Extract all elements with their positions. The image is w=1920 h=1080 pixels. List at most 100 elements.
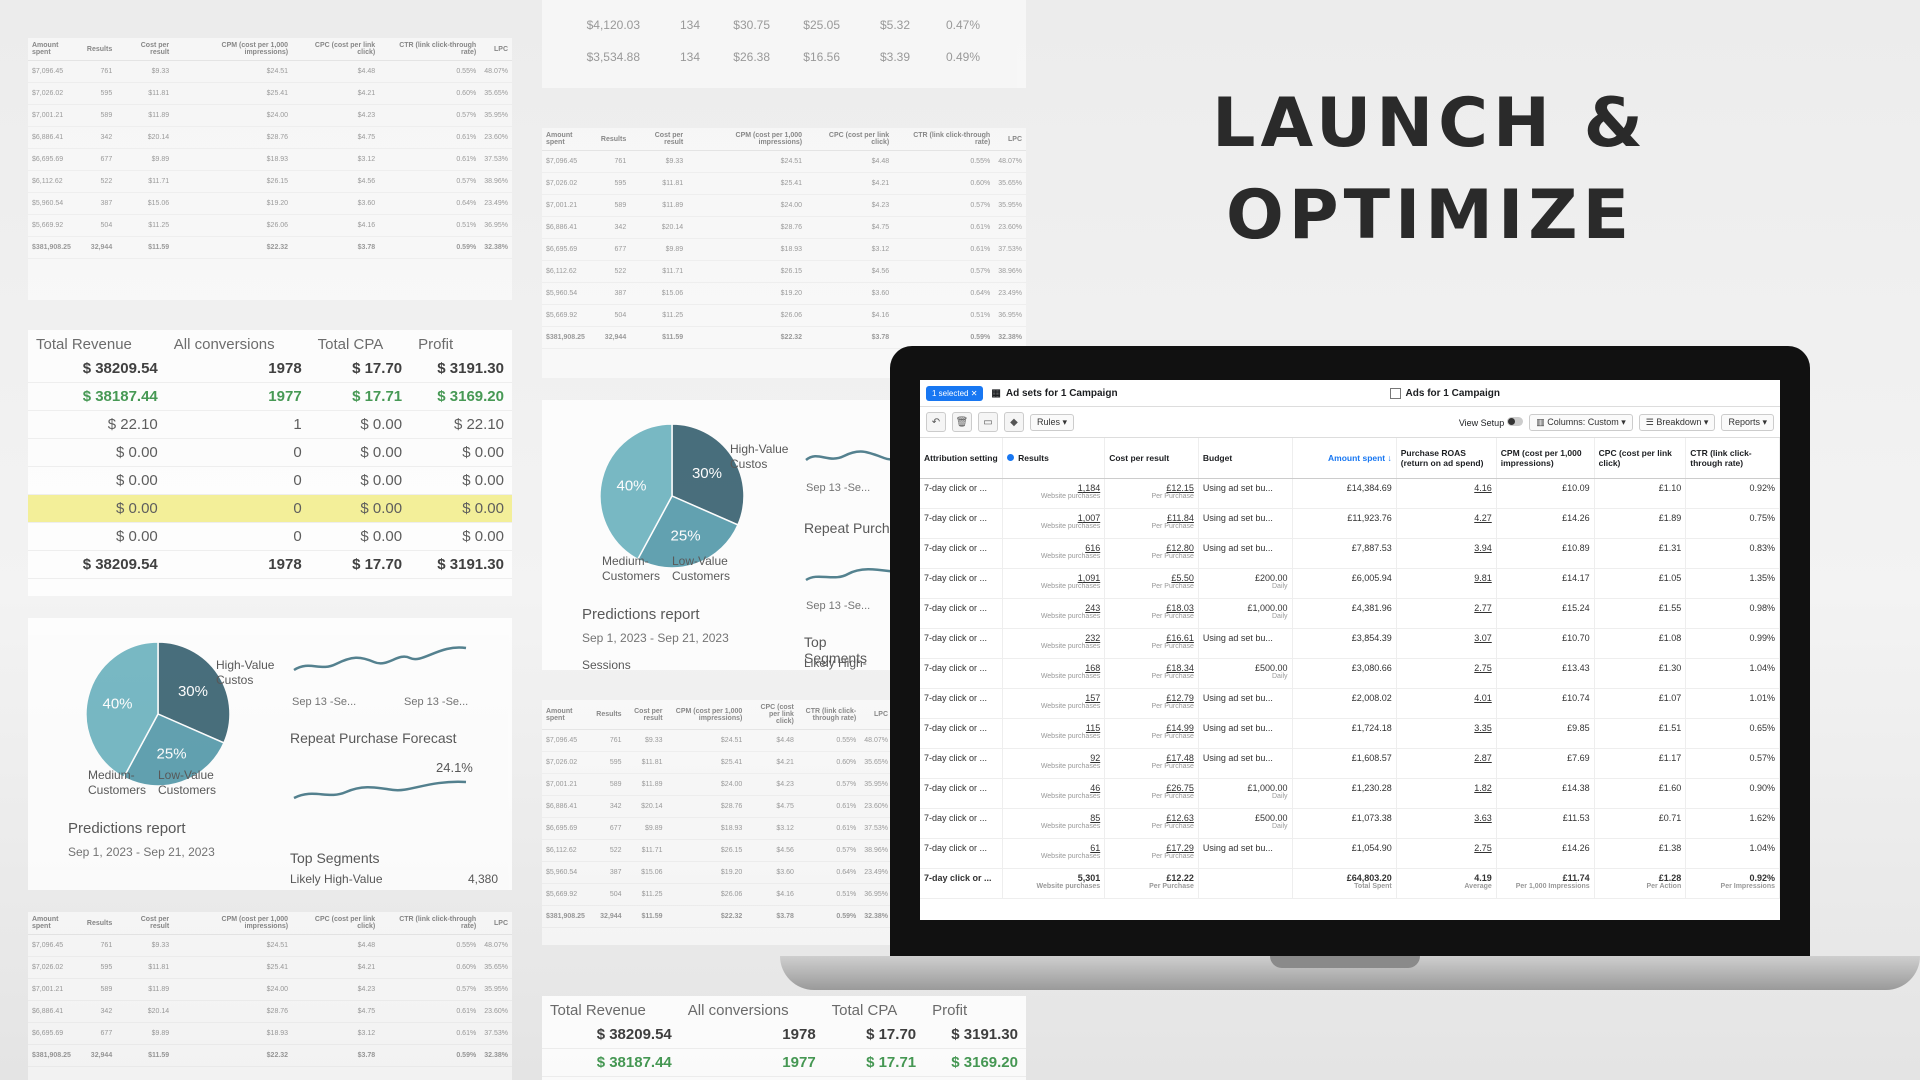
results-link[interactable]: 1,091 xyxy=(1078,573,1101,583)
cost-link[interactable]: £17.48 xyxy=(1166,753,1194,763)
cost-link[interactable]: £12.63 xyxy=(1166,813,1194,823)
cost-link[interactable]: £11.84 xyxy=(1167,513,1194,523)
table-row[interactable]: 7-day click or ... 115 Website purchases £1… xyxy=(920,718,1780,749)
table-row[interactable]: 7-day click or ... 1,007 Website purchases… xyxy=(920,508,1780,539)
results-link[interactable]: 92 xyxy=(1090,753,1100,763)
columns-button[interactable]: ▥ Columns: Custom ▾ xyxy=(1529,413,1633,431)
column-header[interactable]: CTR (link click-through rate) xyxy=(1685,438,1780,479)
roas-link[interactable]: 2.75 xyxy=(1474,663,1492,673)
results-link[interactable]: 1,007 xyxy=(1078,513,1101,523)
roas-link[interactable]: 2.77 xyxy=(1474,603,1492,613)
roas-link[interactable]: 3.35 xyxy=(1474,723,1492,733)
column-header[interactable]: Attribution setting xyxy=(920,438,1004,479)
column-header[interactable]: Results xyxy=(1002,438,1106,479)
column-header[interactable]: CTR (link click-through rate) xyxy=(379,912,481,935)
table-row[interactable]: 7-day click or ... 1,184 Website purchases… xyxy=(920,478,1780,509)
column-header[interactable]: CPC (cost per link click) xyxy=(292,38,380,61)
roas-link[interactable]: 4.27 xyxy=(1474,513,1492,523)
cost-link[interactable]: £5.50 xyxy=(1171,573,1194,583)
close-icon[interactable]: ✕ xyxy=(971,389,978,398)
column-header[interactable]: Amount spent xyxy=(542,128,597,151)
toggle-icon[interactable] xyxy=(1507,416,1524,426)
column-header[interactable]: CPM (cost per 1,000 impressions) xyxy=(173,38,293,61)
results-link[interactable]: 1,184 xyxy=(1078,483,1101,493)
column-header[interactable]: Cost per result xyxy=(625,700,667,730)
cost-link[interactable]: £12.79 xyxy=(1166,693,1194,703)
selected-pill[interactable]: 1 selected ✕ xyxy=(926,385,984,401)
cost-link[interactable]: £26.75 xyxy=(1166,783,1194,793)
results-link[interactable]: 243 xyxy=(1085,603,1100,613)
table-row[interactable]: 7-day click or ... 61 Website purchases £17… xyxy=(920,838,1780,869)
table-row[interactable]: 7-day click or ... 243 Website purchases £1… xyxy=(920,598,1780,629)
tab-ads[interactable]: Ads for 1 Campaign xyxy=(1389,387,1500,399)
cost-link[interactable]: £16.61 xyxy=(1166,633,1194,643)
table-row[interactable]: 7-day click or ... 232 Website purchases £1… xyxy=(920,628,1780,659)
results-link[interactable]: 616 xyxy=(1085,543,1100,553)
column-header[interactable]: CPC (cost per link click) xyxy=(746,700,798,730)
undo-icon[interactable]: ↶ xyxy=(926,412,946,432)
column-header[interactable]: Amount spent ↓ xyxy=(1292,438,1397,479)
column-header[interactable]: LPC xyxy=(860,700,892,730)
table-row[interactable]: 7-day click or ... 46 Website purchases £26… xyxy=(920,778,1780,809)
column-header[interactable]: CPC (cost per link click) xyxy=(806,128,894,151)
trash-icon[interactable]: 🗑 xyxy=(952,412,972,432)
column-header[interactable]: LPC xyxy=(480,38,512,61)
column-header[interactable]: Amount spent xyxy=(542,700,593,730)
comment-icon[interactable]: ▭ xyxy=(978,412,998,432)
roas-link[interactable]: 9.81 xyxy=(1474,573,1492,583)
results-link[interactable]: 46 xyxy=(1090,783,1100,793)
cost-link[interactable]: £17.29 xyxy=(1166,843,1194,853)
column-header[interactable]: CPM (cost per 1,000 impressions) xyxy=(666,700,747,730)
roas-link[interactable]: 4.01 xyxy=(1474,693,1492,703)
roas-link[interactable]: 2.75 xyxy=(1474,843,1492,853)
table-row[interactable]: 7-day click or ... 616 Website purchases £1… xyxy=(920,538,1780,569)
cost-link[interactable]: £18.34 xyxy=(1166,663,1194,673)
reports-button[interactable]: Reports ▾ xyxy=(1721,413,1774,431)
roas-link[interactable]: 4.16 xyxy=(1474,483,1492,493)
results-link[interactable]: 168 xyxy=(1085,663,1100,673)
column-header[interactable]: Cost per result xyxy=(1104,438,1199,479)
tab-adsets[interactable]: ▦ Ad sets for 1 Campaign xyxy=(991,388,1117,399)
column-header[interactable]: Results xyxy=(82,38,117,61)
breakdown-button[interactable]: ☰ Breakdown ▾ xyxy=(1638,413,1716,431)
column-header[interactable]: Results xyxy=(592,700,626,730)
results-link[interactable]: 115 xyxy=(1086,723,1100,733)
tag-icon[interactable]: ◆ xyxy=(1004,412,1024,432)
cost-link[interactable]: £18.03 xyxy=(1166,603,1194,613)
roas-link[interactable]: 3.94 xyxy=(1474,543,1492,553)
column-header[interactable]: Cost per result xyxy=(116,38,174,61)
results-link[interactable]: 232 xyxy=(1085,633,1100,643)
column-header[interactable]: CPC (cost per link click) xyxy=(1594,438,1687,479)
cost-link[interactable]: £12.15 xyxy=(1166,483,1194,493)
column-header[interactable]: Cost per result xyxy=(630,128,688,151)
rules-button[interactable]: Rules ▾ xyxy=(1030,413,1075,431)
results-link[interactable]: 157 xyxy=(1085,693,1100,703)
table-row[interactable]: 7-day click or ... 168 Website purchases £1… xyxy=(920,658,1780,689)
column-header[interactable]: Amount spent xyxy=(28,912,83,935)
roas-link[interactable]: 3.63 xyxy=(1474,813,1492,823)
column-header[interactable]: LPC xyxy=(480,912,512,935)
table-row[interactable]: 7-day click or ... 92 Website purchases £17… xyxy=(920,748,1780,779)
column-header[interactable]: CPM (cost per 1,000 impressions) xyxy=(1496,438,1595,479)
column-header[interactable]: CTR (link click-through rate) xyxy=(893,128,995,151)
column-header[interactable]: CTR (link click-through rate) xyxy=(797,700,861,730)
cost-link[interactable]: £14.99 xyxy=(1166,723,1194,733)
roas-link[interactable]: 1.82 xyxy=(1474,783,1492,793)
view-setup-toggle[interactable]: View Setup xyxy=(1459,416,1524,428)
table-row[interactable]: 7-day click or ... 85 Website purchases £12… xyxy=(920,808,1780,839)
column-header[interactable]: Amount spent xyxy=(28,38,83,61)
table-row[interactable]: 7-day click or ... 1,091 Website purchases… xyxy=(920,568,1780,599)
column-header[interactable]: Results xyxy=(82,912,117,935)
column-header[interactable]: CPC (cost per link click) xyxy=(292,912,380,935)
column-header[interactable]: Results xyxy=(596,128,631,151)
column-header[interactable]: Budget xyxy=(1198,438,1293,479)
column-header[interactable]: CTR (link click-through rate) xyxy=(379,38,481,61)
cost-link[interactable]: £12.80 xyxy=(1166,543,1194,553)
column-header[interactable]: Cost per result xyxy=(116,912,174,935)
roas-link[interactable]: 3.07 xyxy=(1474,633,1492,643)
column-header[interactable]: Purchase ROAS (return on ad spend) xyxy=(1396,438,1497,479)
column-header[interactable]: LPC xyxy=(994,128,1026,151)
column-header[interactable]: CPM (cost per 1,000 impressions) xyxy=(173,912,293,935)
column-header[interactable]: CPM (cost per 1,000 impressions) xyxy=(687,128,807,151)
roas-link[interactable]: 2.87 xyxy=(1474,753,1492,763)
